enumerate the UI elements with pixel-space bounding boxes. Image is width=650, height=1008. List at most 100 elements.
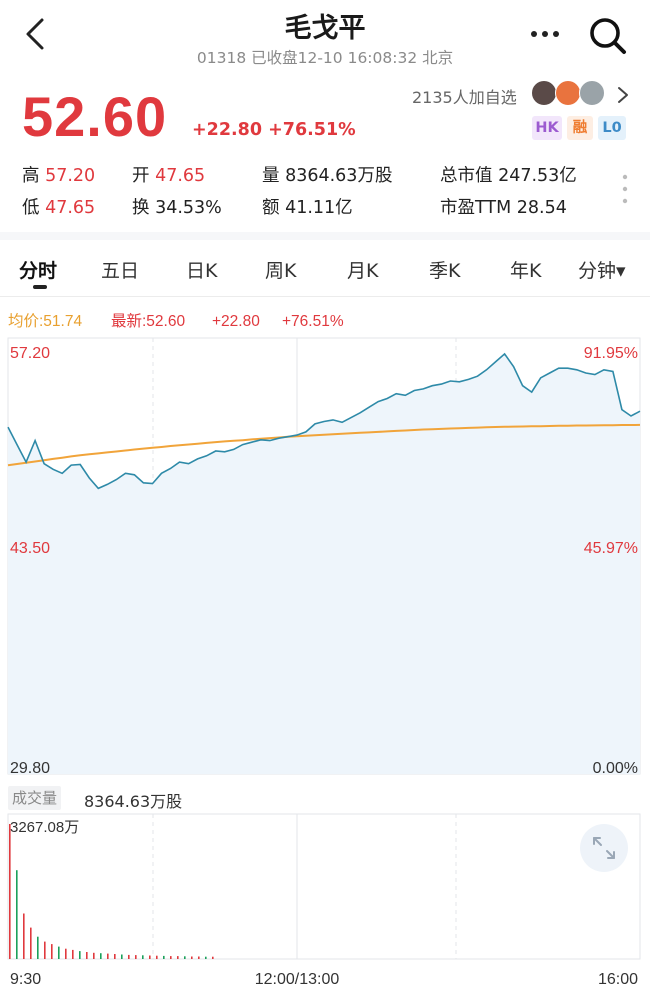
y-pct-low: 0.00% [593, 760, 638, 777]
stat-label: 总市值 [440, 166, 493, 186]
intraday-chart[interactable]: 均价:51.74 最新:52.60 +22.80 +76.51% 57.20 4… [0, 298, 650, 1000]
volume-bar [156, 955, 158, 959]
market-status: 01318 已收盘12-10 16:08:32 北京 [196, 49, 454, 67]
tab-intraday[interactable]: 分时 [19, 256, 57, 283]
stat-label: 量 [262, 166, 280, 186]
stat-label: 换 [132, 198, 150, 218]
volume-bar [184, 956, 186, 959]
volume-bar [149, 955, 151, 959]
chevron-right-icon [618, 87, 628, 103]
volume-label: 成交量 [8, 786, 62, 810]
volume-bar [142, 955, 144, 959]
stat-value: 57.20 [45, 166, 96, 186]
volume-bar [163, 955, 165, 959]
current-price: 52.60 [22, 85, 168, 148]
stat-high: 高 57.20 [22, 162, 95, 187]
volume-bar [135, 955, 137, 959]
x-tick-close: 16:00 [598, 971, 638, 988]
volume-bar [58, 946, 60, 959]
y-pct-high: 91.95% [584, 345, 638, 362]
volume-bar [65, 948, 67, 959]
expand-arrows-icon [593, 837, 615, 859]
level-badge: L0 [598, 116, 626, 140]
tab-minute-dropdown[interactable]: 分钟▾ [578, 256, 626, 283]
latest-price-legend: 最新:52.60 [111, 312, 185, 330]
chart-tabs: 分时 五日 日K 周K 月K 季K 年K 分钟▾ [0, 240, 650, 294]
volume-bar [177, 956, 179, 959]
x-tick-midday: 12:00/13:00 [255, 971, 340, 988]
stat-value: 47.65 [155, 166, 206, 186]
stat-value: 28.54 [516, 198, 567, 218]
y-tick-high: 57.20 [10, 345, 50, 362]
volume-bar [107, 953, 109, 959]
volume-bar [72, 949, 74, 959]
volume-bar [30, 927, 32, 959]
volume-max-label: 3267.08万 [10, 819, 79, 836]
stats-more-button[interactable] [620, 172, 630, 206]
stat-turnover: 换 34.53% [132, 194, 222, 219]
volume-total: 8364.63万股 [84, 792, 183, 811]
stat-label: 市盈TTM [440, 198, 512, 218]
tab-five-day[interactable]: 五日 [101, 256, 139, 283]
stat-label: 额 [262, 198, 280, 218]
more-horizontal-icon [531, 31, 559, 37]
search-button[interactable] [586, 14, 630, 58]
volume-bar [51, 944, 53, 959]
pct-legend: +76.51% [282, 313, 344, 330]
top-bar: 毛戈平 01318 已收盘12-10 16:08:32 北京 [0, 0, 650, 72]
more-button[interactable] [528, 22, 564, 46]
volume-bar [86, 952, 88, 959]
followers-count[interactable]: 2135人加自选 [412, 84, 517, 108]
y-pct-mid: 45.97% [584, 540, 638, 557]
volume-bar [114, 954, 116, 959]
avatar [555, 80, 581, 106]
stat-volume: 量 8364.63万股 [262, 162, 392, 187]
volume-bar [93, 952, 95, 959]
tab-yearly-k[interactable]: 年K [510, 256, 541, 283]
volume-frame [7, 813, 641, 960]
volume-bar [44, 941, 46, 959]
tabs-divider [0, 296, 650, 297]
tab-monthly-k[interactable]: 月K [347, 256, 378, 283]
volume-bar [100, 953, 102, 959]
tab-quarterly-k[interactable]: 季K [429, 256, 460, 283]
followers-arrow[interactable] [614, 84, 632, 106]
change-legend: +22.80 [212, 313, 260, 330]
tab-weekly-k[interactable]: 周K [265, 256, 296, 283]
tab-daily-k[interactable]: 日K [186, 256, 217, 283]
volume-bar [121, 954, 123, 959]
hk-badge: HK [532, 116, 562, 140]
stat-label: 开 [132, 166, 150, 186]
stat-value: 47.65 [45, 198, 96, 218]
stat-label: 低 [22, 198, 40, 218]
follower-avatars[interactable] [531, 80, 607, 108]
y-tick-low: 29.80 [10, 760, 50, 777]
stat-value: 247.53亿 [498, 166, 577, 186]
volume-bar [9, 824, 11, 959]
search-icon [590, 18, 626, 54]
volume-bar [37, 936, 39, 959]
stat-value: 41.11亿 [285, 198, 353, 218]
stat-low: 低 47.65 [22, 194, 95, 219]
volume-bar [79, 951, 81, 959]
volume-bar [16, 870, 18, 959]
price-change: +22.80 +76.51% [192, 120, 356, 140]
x-tick-open: 9:30 [10, 971, 41, 988]
volume-bars [9, 824, 214, 959]
volume-bar [170, 956, 172, 959]
avatar [579, 80, 605, 106]
stat-value: 8364.63万股 [285, 166, 393, 186]
avatar [531, 80, 557, 106]
stat-value: 34.53% [155, 198, 222, 218]
margin-badge: 融 [567, 116, 593, 140]
volume-bar [191, 956, 193, 959]
active-tab-indicator [33, 285, 47, 289]
stat-open: 开 47.65 [132, 162, 205, 187]
expand-chart-button[interactable] [580, 824, 628, 872]
stat-market-cap: 总市值 247.53亿 [440, 162, 577, 187]
kebab-icon [622, 174, 628, 204]
avg-price-legend: 均价:51.74 [8, 312, 82, 330]
volume-bar [198, 956, 200, 959]
price-area-fill [8, 353, 640, 774]
section-divider [0, 232, 650, 240]
